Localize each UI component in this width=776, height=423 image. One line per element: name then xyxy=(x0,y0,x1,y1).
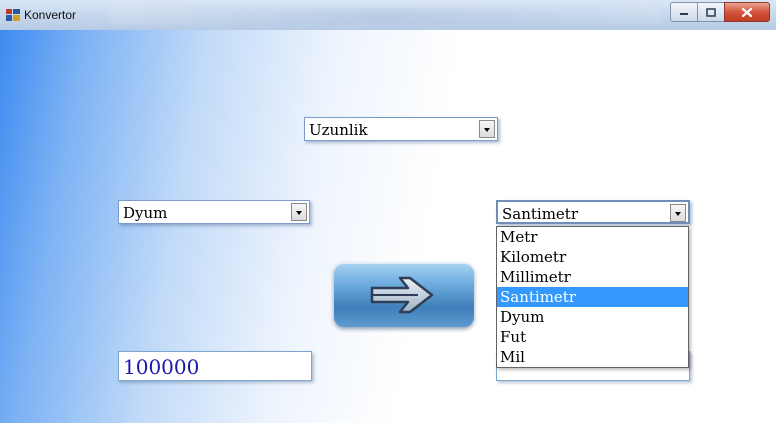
close-button[interactable] xyxy=(724,2,770,22)
maximize-icon xyxy=(706,7,716,17)
close-icon xyxy=(741,7,753,17)
input-value-field[interactable]: 100000 xyxy=(118,351,312,381)
dropdown-option-dyum[interactable]: Dyum xyxy=(497,307,688,327)
window-controls xyxy=(670,2,770,22)
dropdown-option-santimetr[interactable]: Santimetr xyxy=(497,287,688,307)
dropdown-option-kilometr[interactable]: Kilometr xyxy=(497,247,688,267)
minimize-button[interactable] xyxy=(670,2,697,22)
window-title: Konvertor xyxy=(24,8,77,22)
converter-window: Konvertor Uzunlik Dyum 100000 254000 xyxy=(0,0,776,423)
to-unit-select[interactable]: Santimetr xyxy=(496,200,690,224)
from-unit-select[interactable]: Dyum xyxy=(118,200,310,224)
blurred-background xyxy=(110,8,660,24)
chevron-down-icon[interactable] xyxy=(670,204,686,222)
from-unit-select-value: Dyum xyxy=(123,204,168,222)
minimize-icon xyxy=(680,13,688,15)
title-bar[interactable]: Konvertor xyxy=(0,0,776,31)
input-value-text: 100000 xyxy=(123,355,200,379)
dropdown-option-millimetr[interactable]: Millimetr xyxy=(497,267,688,287)
to-unit-dropdown-list: Metr Kilometr Millimetr Santimetr Dyum F… xyxy=(496,226,689,368)
maximize-button[interactable] xyxy=(697,2,724,22)
right-arrow-icon xyxy=(370,276,434,314)
dropdown-option-metr[interactable]: Metr xyxy=(497,227,688,247)
convert-button[interactable] xyxy=(334,263,474,327)
chevron-down-icon[interactable] xyxy=(291,203,307,221)
chevron-down-icon[interactable] xyxy=(479,120,495,138)
dropdown-option-fut[interactable]: Fut xyxy=(497,327,688,347)
to-unit-select-value: Santimetr xyxy=(502,205,579,223)
category-select-value: Uzunlik xyxy=(309,121,368,139)
app-icon xyxy=(6,9,20,21)
dropdown-option-mil[interactable]: Mil xyxy=(497,347,688,367)
category-select[interactable]: Uzunlik xyxy=(304,117,498,141)
